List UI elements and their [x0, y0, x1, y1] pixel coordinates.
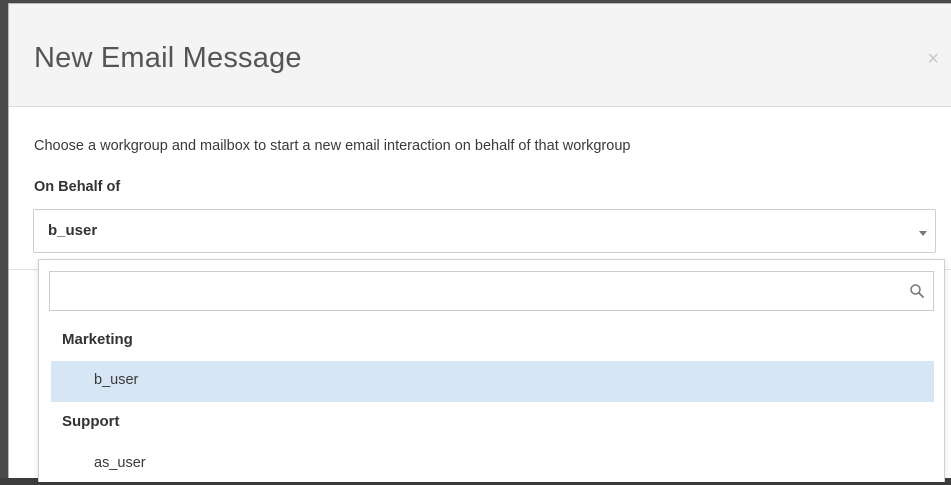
dialog-header: New Email Message × — [9, 4, 951, 107]
new-email-dialog: New Email Message × Choose a workgroup a… — [8, 3, 951, 482]
option-label: as_user — [94, 455, 146, 471]
dropdown-search-box[interactable] — [49, 271, 934, 311]
dialog-description: Choose a workgroup and mailbox to start … — [34, 138, 631, 154]
close-icon[interactable]: × — [927, 49, 939, 69]
chevron-down-icon — [919, 231, 927, 236]
selected-mailbox-value: b_user — [48, 222, 98, 239]
option-b-user[interactable]: b_user — [51, 361, 934, 402]
group-label-marketing: Marketing — [62, 331, 133, 348]
dialog-title: New Email Message — [34, 42, 302, 74]
on-behalf-of-label: On Behalf of — [34, 179, 121, 195]
on-behalf-of-select[interactable]: b_user — [33, 209, 936, 253]
option-label: b_user — [94, 372, 139, 388]
search-icon — [910, 284, 924, 298]
dropdown-search-input[interactable] — [50, 272, 900, 310]
option-as-user[interactable]: as_user — [51, 444, 934, 485]
group-label-support: Support — [62, 413, 120, 430]
mailbox-dropdown-list: Marketing b_user Support as_user — [38, 259, 945, 482]
